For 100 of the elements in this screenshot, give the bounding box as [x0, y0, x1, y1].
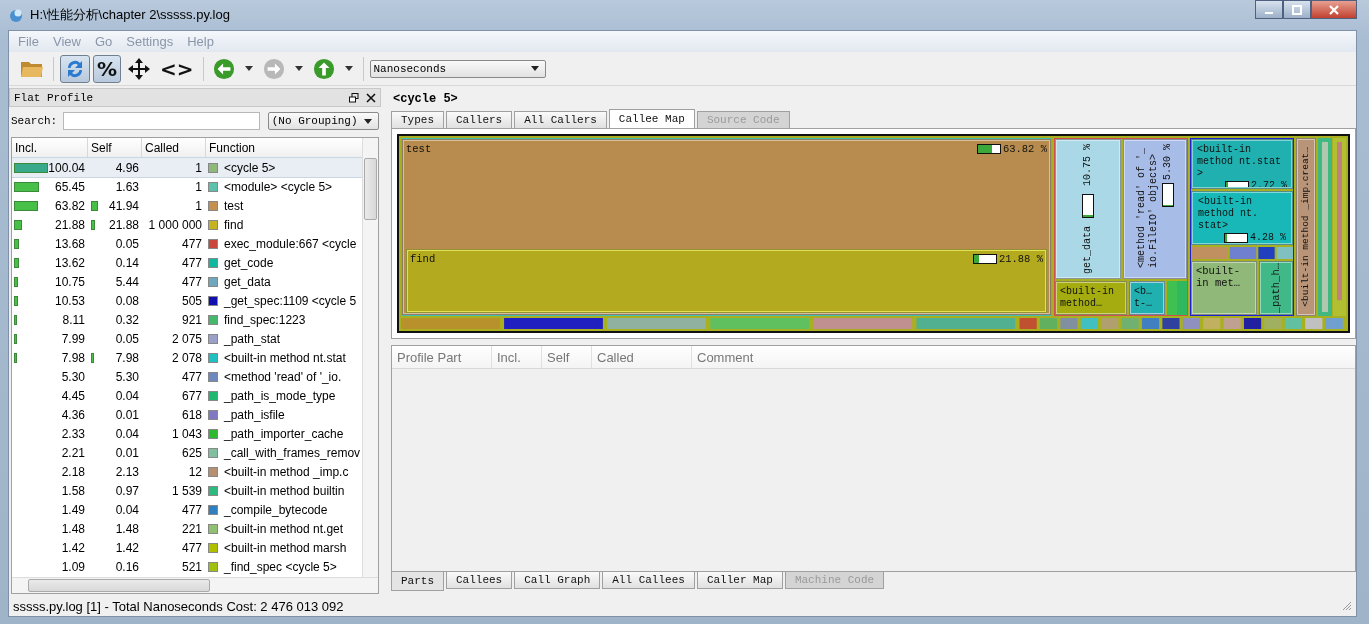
table-cell: 2 078 [171, 350, 202, 365]
treemap-block[interactable]: find 21.88 % [406, 249, 1047, 313]
table-cell: 21.88 [108, 217, 139, 232]
block-label: _path_h… [1270, 263, 1282, 313]
tab[interactable]: Caller Map [696, 572, 783, 589]
table-cell: 2.21 [61, 445, 85, 460]
table-cell: 1.48 [115, 521, 139, 536]
table-cell: 505 [181, 293, 202, 308]
table-cell: 2.18 [61, 464, 85, 479]
horizontal-scrollbar[interactable] [12, 577, 378, 593]
table-cell: _compile_bytecode [224, 502, 328, 517]
table-row[interactable]: 1.09 0.16 521 _find_spec <cycle 5> [12, 557, 362, 576]
table-cell: <built-in method builtin [224, 483, 345, 498]
table-cell: 1.42 [61, 540, 85, 555]
table-row[interactable]: 7.99 0.05 2 075 _path_stat [12, 329, 362, 348]
column-header[interactable]: Comment [692, 346, 1355, 368]
table-row[interactable]: 21.88 21.88 1 000 000 find [12, 215, 362, 234]
tab[interactable]: Call Graph [514, 572, 601, 589]
table-cell: 1 000 000 [148, 217, 202, 232]
cost-type-combo[interactable]: Nanoseconds [369, 59, 546, 78]
table-row[interactable]: 4.45 0.04 677 _path_is_mode_type [12, 386, 362, 405]
treemap-block[interactable]: <built-in method… [1055, 281, 1127, 315]
table-cell: 0.04 [115, 388, 139, 403]
table-cell: 10.75 [54, 274, 85, 289]
table-cell: find_spec:1223 [224, 312, 306, 327]
table-row[interactable]: 100.04 4.96 1 <cycle 5> [12, 158, 362, 177]
vertical-scrollbar[interactable] [362, 138, 378, 577]
treemap-block[interactable]: <built-in met… [1191, 261, 1257, 315]
search-field[interactable] [63, 112, 260, 130]
table-cell: <cycle 5> [224, 160, 276, 175]
table-row[interactable]: 8.11 0.32 921 find_spec:1223 [12, 310, 362, 329]
column-header[interactable]: Incl. [492, 346, 542, 368]
code-button[interactable]: <> [157, 54, 197, 83]
tab[interactable]: Callees [446, 572, 513, 589]
refresh-icon[interactable] [60, 54, 90, 83]
table-row[interactable]: 5.30 5.30 477 <method 'read' of '_io. [12, 367, 362, 386]
table-row[interactable]: 65.45 1.63 1 <module> <cycle 5> [12, 177, 362, 196]
table-row[interactable]: 13.68 0.05 477 exec_module:667 <cycle [12, 234, 362, 253]
table-cell: 100.04 [48, 160, 85, 175]
close-button[interactable] [1311, 0, 1357, 19]
table-row[interactable]: 7.98 7.98 2 078 <built-in method nt.stat [12, 348, 362, 367]
table-cell: <module> <cycle 5> [224, 179, 333, 194]
block-label: <built-in method nt. stat> [1198, 196, 1259, 232]
column-header[interactable]: Called [592, 346, 692, 368]
table-cell: 7.98 [115, 350, 139, 365]
float-icon[interactable] [349, 92, 359, 103]
table-row[interactable]: 1.48 1.48 221 <built-in method nt.get [12, 519, 362, 538]
table-row[interactable]: 1.49 0.04 477 _compile_bytecode [12, 500, 362, 519]
tab[interactable]: Parts [391, 572, 444, 591]
table-cell: _find_spec <cycle 5> [224, 559, 337, 574]
table-row[interactable]: 2.33 0.04 1 043 _path_importer_cache [12, 424, 362, 443]
table-row[interactable]: 2.18 2.13 12 <built-in method _imp.c [12, 462, 362, 481]
caret-icon[interactable] [344, 66, 353, 71]
treemap-block[interactable]: test 63.82 % find 21.88 % [402, 139, 1051, 315]
percent-button[interactable]: % [93, 54, 121, 83]
table-row[interactable]: 4.36 0.01 618 _path_isfile [12, 405, 362, 424]
column-header[interactable]: Profile Part [392, 346, 492, 368]
tab[interactable]: All Callers [514, 111, 607, 128]
table-cell: 0.01 [115, 407, 139, 422]
caret-icon[interactable] [294, 66, 303, 71]
table-row[interactable]: 2.21 0.01 625 _call_with_frames_remov [12, 443, 362, 462]
block-label: find [410, 253, 436, 265]
callee-map[interactable] [397, 134, 1350, 333]
block-label: <built-in method… [1060, 286, 1115, 310]
block-label: test [406, 143, 432, 155]
percent-label: 10.75 % [1082, 144, 1094, 186]
column-header[interactable]: Self [542, 346, 592, 368]
tab[interactable]: Callee Map [608, 109, 695, 128]
table-row[interactable]: 1.58 0.97 1 539 <built-in method builtin [12, 481, 362, 500]
table-row[interactable]: 10.53 0.08 505 _get_spec:1109 <cycle 5 [12, 291, 362, 310]
table-cell: exec_module:667 <cycle [224, 236, 357, 251]
table-cell: _path_stat [224, 331, 281, 346]
grouping-combo[interactable]: (No Grouping) [267, 112, 379, 130]
maximize-button[interactable] [1283, 0, 1311, 19]
caret-icon[interactable] [244, 66, 253, 71]
table-row[interactable]: 10.75 5.44 477 get_data [12, 272, 362, 291]
table-row[interactable]: 1.42 1.42 477 <built-in method marsh [12, 538, 362, 557]
table-cell: <built-in method nt.stat [224, 350, 346, 365]
tab[interactable]: All Callees [602, 572, 695, 589]
resize-grip-icon[interactable] [1342, 601, 1352, 611]
table-cell: 0.32 [115, 312, 139, 327]
block-label: <built-in met… [1196, 265, 1241, 289]
minimize-button[interactable] [1255, 0, 1283, 19]
treemap-block[interactable]: <built-in method nt. stat> 4.28 % [1191, 191, 1293, 245]
tab[interactable]: Callers [446, 111, 513, 128]
treemap-block[interactable]: _path_h… [1259, 261, 1293, 315]
treemap-block[interactable]: <built-in method _imp.creat… [1296, 138, 1316, 316]
treemap-block[interactable]: <method 'read' of '_io.FileIO' objects> 5.30 % [1123, 139, 1187, 279]
status-text: sssss.py.log [1] - Total Nanoseconds Cost: 2 476 013 092 [13, 598, 344, 614]
column-header[interactable]: Function [206, 138, 362, 157]
close-icon[interactable] [366, 92, 376, 103]
tab[interactable]: Types [391, 111, 444, 128]
treemap-block[interactable]: <b… t-… [1129, 281, 1165, 315]
treemap-block[interactable]: get_data 10.75 % [1055, 139, 1121, 279]
table-cell: 625 [181, 445, 202, 460]
close-icon [1329, 4, 1339, 15]
table-cell: _path_is_mode_type [224, 388, 336, 403]
table-cell: 521 [181, 559, 202, 574]
table-row[interactable]: 63.82 41.94 1 test [12, 196, 362, 215]
table-row[interactable]: 13.62 0.14 477 get_code [12, 253, 362, 272]
